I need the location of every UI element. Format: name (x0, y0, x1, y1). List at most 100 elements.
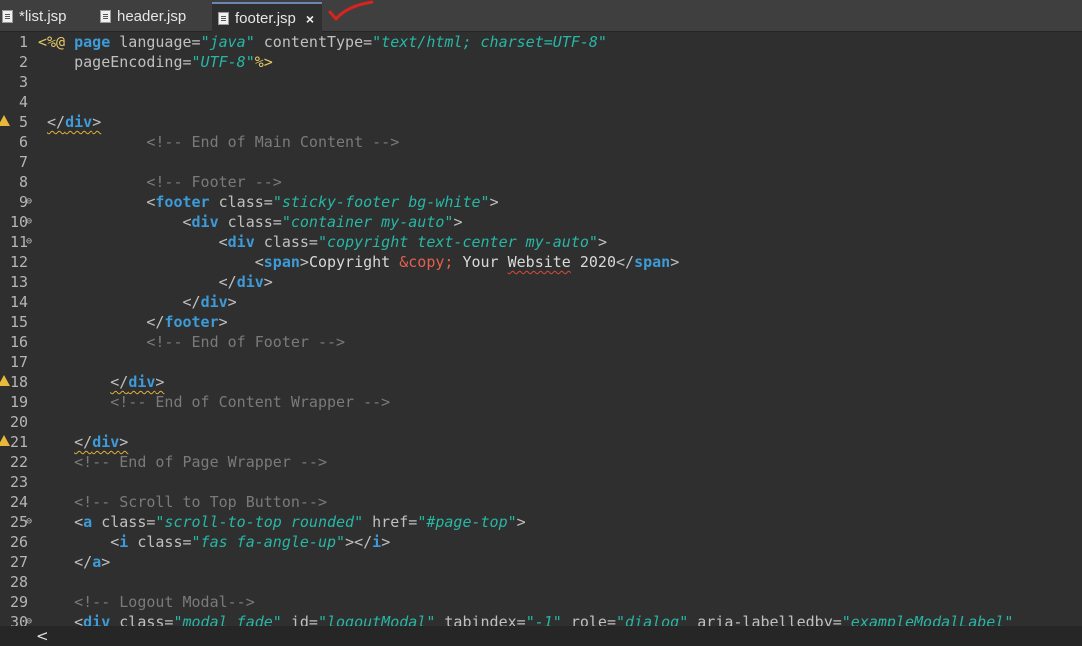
scroll-left-icon[interactable]: < (36, 627, 49, 645)
code-token: div (236, 273, 264, 291)
code-token: "copyright text-center my-auto" (317, 233, 598, 251)
code-line[interactable]: 7 (0, 152, 1082, 172)
code-line[interactable]: 28 (0, 572, 1082, 592)
code-token: Copyright (308, 253, 400, 271)
code-token: > (597, 233, 607, 251)
code-line[interactable]: 15 </footer> (0, 312, 1082, 332)
code-token: </ (110, 373, 129, 391)
code-line[interactable]: 24 <!-- Scroll to Top Button--> (0, 492, 1082, 512)
code-token: div (92, 433, 120, 451)
tab-header-jsp[interactable]: header.jsp (100, 2, 186, 31)
code-token: <!-- Footer --> (38, 173, 282, 191)
code-text: </div> (38, 112, 101, 132)
code-editor[interactable]: 1 <%@ page language="java" contentType="t… (0, 32, 1082, 626)
file-icon (100, 10, 111, 23)
code-token: footer (155, 193, 219, 211)
fold-toggle-icon[interactable]: ⊖ (26, 192, 32, 212)
line-number: 26 (9, 533, 28, 551)
code-line[interactable]: 10 ⊖ <div class="container my-auto"> (0, 212, 1082, 232)
fold-toggle-icon[interactable]: ⊖ (26, 512, 32, 532)
fold-toggle-icon[interactable]: ⊖ (26, 212, 32, 232)
code-token: div (65, 113, 93, 131)
line-number: 4 (18, 93, 28, 111)
line-number: 13 (9, 273, 28, 291)
fold-toggle-icon[interactable]: ⊖ (26, 232, 32, 252)
code-token: div (128, 373, 156, 391)
code-token: "dialog" (616, 613, 689, 626)
code-token: span (634, 253, 671, 271)
code-line[interactable]: 19 <!-- End of Content Wrapper --> (0, 392, 1082, 412)
code-line[interactable]: 22 <!-- End of Page Wrapper --> (0, 452, 1082, 472)
code-line[interactable]: 3 (0, 72, 1082, 92)
code-text: <!-- End of Main Content --> (38, 132, 399, 152)
line-number: 27 (9, 553, 28, 571)
code-line[interactable]: 1 <%@ page language="java" contentType="t… (0, 32, 1082, 52)
code-line[interactable]: 20 (0, 412, 1082, 432)
code-token: </ (38, 293, 201, 311)
code-line[interactable]: 29 <!-- Logout Modal--> (0, 592, 1082, 612)
code-line[interactable]: 5 </div> (0, 112, 1082, 132)
line-number: 16 (9, 333, 28, 351)
code-line[interactable]: 30 ⊖ <div class="modal fade" id="logoutMo… (0, 612, 1082, 626)
fold-toggle-icon[interactable]: ⊖ (26, 612, 32, 626)
warning-icon[interactable] (0, 435, 10, 446)
line-number: 3 (18, 73, 28, 91)
line-number: 25 (9, 513, 28, 531)
code-token: </ (38, 553, 93, 571)
code-line[interactable]: 23 (0, 472, 1082, 492)
close-icon[interactable]: × (306, 11, 314, 27)
line-number: 20 (9, 413, 28, 431)
code-line[interactable]: 8 <!-- Footer --> (0, 172, 1082, 192)
tab-list-jsp[interactable]: *list.jsp (2, 2, 67, 31)
line-number: 17 (9, 353, 28, 371)
code-token: <%@ (38, 33, 75, 51)
code-token: <!-- End of Main Content --> (38, 133, 400, 151)
code-token: < (38, 213, 192, 231)
code-token: contentType= (254, 33, 373, 51)
code-token: > (227, 293, 237, 311)
code-token: <!-- End of Page Wrapper --> (38, 453, 327, 471)
horizontal-scrollbar[interactable]: < (0, 626, 1082, 646)
code-line[interactable]: 14 </div> (0, 292, 1082, 312)
warning-icon[interactable] (0, 115, 10, 126)
code-token: <!-- Logout Modal--> (38, 593, 255, 611)
code-text: <div class="container my-auto"> (38, 212, 462, 232)
code-line[interactable]: 2 pageEncoding="UTF-8"%> (0, 52, 1082, 72)
code-line[interactable]: 11 ⊖ <div class="copyright text-center my… (0, 232, 1082, 252)
code-token: id= (281, 613, 318, 626)
code-token: <!-- Scroll to Top Button--> (38, 493, 327, 511)
code-line[interactable]: 21 </div> (0, 432, 1082, 452)
code-text: </div> (38, 372, 164, 392)
code-line[interactable]: 6 <!-- End of Main Content --> (0, 132, 1082, 152)
code-token: div (227, 233, 264, 251)
line-number: 8 (18, 173, 28, 191)
code-token: "text/html; charset=UTF-8" (372, 33, 607, 51)
code-line[interactable]: 12 <span>Copyright &copy; Your Website 2… (0, 252, 1082, 272)
code-line[interactable]: 27 </a> (0, 552, 1082, 572)
code-line[interactable]: 26 <i class="fas fa-angle-up"></i> (0, 532, 1082, 552)
line-number: 19 (9, 393, 28, 411)
code-token: > (101, 553, 111, 571)
tab-footer-jsp[interactable]: footer.jsp × (212, 2, 323, 33)
code-text: </footer> (38, 312, 227, 332)
code-line[interactable]: 17 (0, 352, 1082, 372)
code-token: < (38, 513, 84, 531)
line-number: 14 (9, 293, 28, 311)
code-token: <!-- End of Content Wrapper --> (38, 393, 391, 411)
code-line[interactable]: 9 ⊖ <footer class="sticky-footer bg-white… (0, 192, 1082, 212)
code-line[interactable]: 13 </div> (0, 272, 1082, 292)
line-number: 10 (9, 213, 28, 231)
code-token: i (119, 533, 138, 551)
code-line[interactable]: 18 </div> (0, 372, 1082, 392)
code-text: pageEncoding="UTF-8"%> (38, 52, 273, 72)
code-token: span (263, 253, 300, 271)
code-text: <a class="scroll-to-top rounded" href="#… (38, 512, 526, 532)
code-token: href= (363, 513, 418, 531)
code-line[interactable]: 4 (0, 92, 1082, 112)
code-token: < (38, 233, 228, 251)
code-text: </div> (38, 272, 273, 292)
code-text: <%@ page language="java" contentType="te… (38, 32, 607, 52)
code-line[interactable]: 25 ⊖ <a class="scroll-to-top rounded" hre… (0, 512, 1082, 532)
code-line[interactable]: 16 <!-- End of Footer --> (0, 332, 1082, 352)
warning-icon[interactable] (0, 375, 10, 386)
